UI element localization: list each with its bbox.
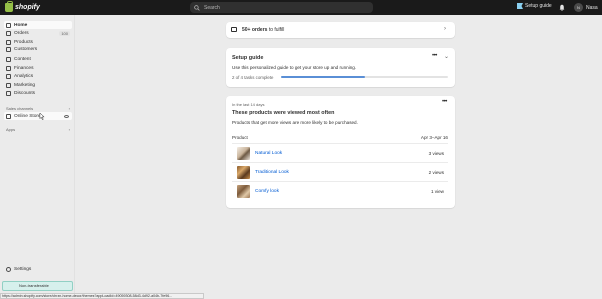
- sidebar-item-label: Settings: [14, 266, 32, 272]
- sales-channels-label: Sales channels: [6, 106, 34, 111]
- bank-icon: [6, 65, 11, 71]
- sidebar-item-label: Finances: [14, 65, 34, 71]
- setup-guide-card: Setup guide ••• ⌄ Use this personalized …: [226, 48, 455, 87]
- orders-icon: [6, 30, 11, 36]
- viewed-card-title: These products were viewed most often: [232, 110, 335, 116]
- promo-label: Non-transferable: [19, 283, 49, 288]
- setup-guide-description: Use this personalized guide to get your …: [232, 65, 357, 70]
- date-range-column-header: Apr 3–Apr 16: [420, 135, 448, 140]
- sidebar-item-settings[interactable]: Settings: [4, 265, 72, 273]
- user-name: Nasa: [586, 4, 598, 11]
- apps-label: Apps: [6, 127, 16, 132]
- product-link[interactable]: Natural Look: [255, 151, 282, 156]
- apps-section[interactable]: Apps ›: [6, 127, 70, 132]
- shopify-bag-icon: [5, 1, 13, 12]
- sidebar-item-label: Orders: [14, 30, 29, 36]
- sidebar-item-label: Online Store: [14, 113, 41, 119]
- sidebar-item-online-store[interactable]: Online Store: [4, 112, 72, 120]
- store-icon: [6, 113, 11, 119]
- sidebar-item-customers[interactable]: Customers: [4, 46, 72, 52]
- home-icon: [6, 22, 11, 28]
- product-link[interactable]: Traditional Look: [255, 170, 289, 175]
- inbox-icon: [231, 27, 237, 32]
- sidebar-item-label: Home: [14, 22, 28, 28]
- flag-icon: [517, 3, 523, 9]
- product-link[interactable]: Comfy look: [255, 189, 279, 194]
- orders-suffix: to fulfill: [267, 27, 285, 33]
- setup-guide-title: Setup guide: [232, 55, 264, 61]
- product-views: 2 views: [428, 170, 444, 175]
- bell-icon[interactable]: [559, 4, 565, 11]
- shopify-logo[interactable]: shopify: [5, 1, 40, 12]
- eye-icon[interactable]: [64, 114, 69, 118]
- chart-icon: [6, 73, 11, 79]
- search-icon: [194, 4, 200, 11]
- orders-to-fulfill-text: 50+ orders to fulfill: [242, 27, 284, 33]
- sidebar-item-discounts[interactable]: Discounts: [4, 89, 72, 97]
- sidebar-item-label: Analytics: [14, 73, 34, 79]
- chevron-right-icon: ›: [444, 26, 446, 32]
- chevron-down-icon[interactable]: ⌄: [444, 53, 449, 60]
- product-thumbnail: [237, 166, 250, 179]
- top-bar: shopify Setup guide N Nasa: [0, 0, 602, 15]
- setup-guide-button[interactable]: Setup guide: [517, 3, 552, 9]
- sidebar-item-marketing[interactable]: Marketing: [4, 81, 72, 89]
- avatar: N: [574, 3, 583, 12]
- sidebar-item-products[interactable]: Products: [4, 38, 72, 46]
- product-column-header: Product: [232, 135, 248, 140]
- brand-name: shopify: [15, 4, 40, 11]
- most-viewed-products-card: In the last 14 days ••• These products w…: [226, 96, 455, 208]
- tag-icon: [6, 39, 11, 45]
- user-menu[interactable]: N Nasa: [574, 3, 598, 12]
- gear-icon: [6, 266, 11, 272]
- orders-count: 50+ orders: [242, 27, 268, 33]
- content-icon: [6, 56, 11, 62]
- sidebar-item-label: Discounts: [14, 90, 36, 96]
- promo-banner[interactable]: Non-transferable: [2, 281, 73, 291]
- setup-progress-bar: [281, 76, 448, 78]
- setup-guide-label: Setup guide: [525, 3, 552, 9]
- sidebar-item-label: Customers: [14, 47, 38, 52]
- sidebar-item-content[interactable]: Content: [4, 55, 72, 63]
- sidebar-item-label: Content: [14, 56, 31, 62]
- chevron-right-icon: ›: [68, 127, 70, 132]
- sidebar-item-orders[interactable]: Orders 100: [4, 29, 72, 37]
- sidebar-item-label: Marketing: [14, 82, 36, 88]
- sidebar-item-finances[interactable]: Finances: [4, 64, 72, 72]
- more-actions-icon[interactable]: •••: [442, 99, 447, 105]
- person-icon: [6, 47, 11, 52]
- setup-progress-text: 2 of 4 tasks complete: [232, 75, 274, 80]
- product-views: 1 view: [430, 189, 444, 194]
- timeframe-label: In the last 14 days: [232, 102, 265, 107]
- sidebar-item-home[interactable]: Home: [4, 21, 72, 29]
- product-views: 3 views: [428, 151, 444, 156]
- orders-to-fulfill-card[interactable]: 50+ orders to fulfill ›: [226, 22, 455, 38]
- status-bar-url: https://admin.shopify.com/store/chrzn-ho…: [0, 293, 204, 299]
- table-row: Comfy look 1 view: [232, 181, 448, 200]
- search-input[interactable]: [204, 4, 364, 11]
- sidebar: Home Orders 100 Products Customers Conte…: [0, 15, 75, 299]
- mouse-cursor-icon: [39, 113, 45, 120]
- chevron-right-icon: ›: [68, 106, 70, 111]
- target-icon: [6, 82, 11, 88]
- product-thumbnail: [237, 185, 250, 198]
- orders-count-badge: 100: [59, 30, 70, 36]
- sales-channels-section[interactable]: Sales channels ›: [6, 106, 70, 111]
- product-thumbnail: [237, 147, 250, 160]
- setup-progress-fill: [281, 76, 365, 78]
- sidebar-item-analytics[interactable]: Analytics: [4, 72, 72, 80]
- table-row: Traditional Look 2 views: [232, 162, 448, 181]
- discount-icon: [6, 90, 11, 96]
- sidebar-item-label: Products: [14, 39, 33, 45]
- more-actions-icon[interactable]: •••: [432, 53, 437, 59]
- search-bar[interactable]: [190, 2, 373, 13]
- table-row: Natural Look 3 views: [232, 143, 448, 162]
- viewed-card-description: Products that get more views are more li…: [232, 120, 358, 125]
